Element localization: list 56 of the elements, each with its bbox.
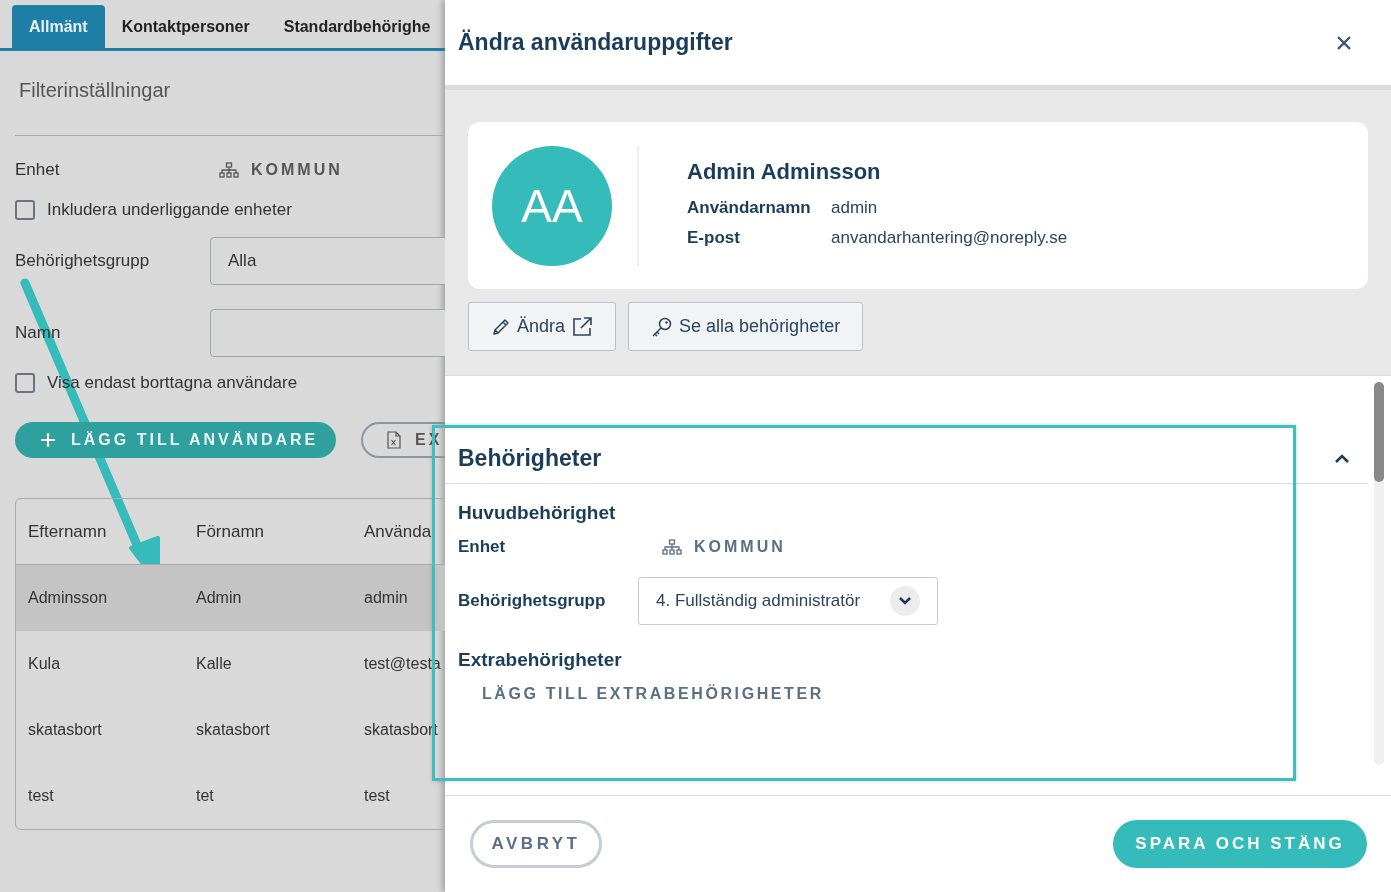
field-label: E-post bbox=[687, 227, 741, 248]
pencil-icon bbox=[491, 316, 511, 337]
table-cell-text: test bbox=[27, 787, 55, 805]
checkbox[interactable] bbox=[15, 200, 35, 220]
spreadsheet-file-icon bbox=[387, 431, 401, 449]
field-label: Enhet bbox=[15, 160, 61, 180]
dialog-title: Ändra användaruppgifter bbox=[458, 29, 733, 56]
table-cell-text: Kula bbox=[27, 655, 62, 673]
table-cell-text: Admin bbox=[195, 589, 243, 607]
table-cell-text: skatasbort bbox=[27, 721, 103, 739]
field-label: Enhet bbox=[458, 537, 507, 557]
scrollbar-track[interactable] bbox=[1374, 382, 1384, 765]
unit-value: KOMMUN bbox=[694, 538, 786, 556]
close-icon[interactable] bbox=[1337, 35, 1351, 50]
chevron-down-icon bbox=[890, 586, 920, 616]
subsection-title: Extrabehörigheter bbox=[458, 649, 623, 672]
table-cell-text: admin bbox=[363, 589, 409, 607]
column-header[interactable]: Använda bbox=[352, 521, 445, 542]
tab[interactable]: Standardbehörighe bbox=[266, 5, 445, 48]
avatar: AA bbox=[492, 145, 612, 266]
field-value: admin bbox=[831, 197, 878, 218]
add-extra-permissions-link[interactable]: LÄGG TILL EXTRABEHÖRIGHETER bbox=[482, 685, 824, 703]
column-header[interactable]: Efternamn bbox=[16, 521, 184, 542]
external-link-icon bbox=[571, 315, 594, 338]
checkbox-label: Inkludera underliggande enheter bbox=[47, 200, 292, 220]
field-label: Behörighetsgrupp bbox=[15, 251, 150, 271]
table-cell-text: Kalle bbox=[195, 655, 233, 673]
chevron-up-icon[interactable] bbox=[1334, 453, 1350, 464]
table-cell-text: test bbox=[363, 787, 391, 805]
field-label: Behörighetsgrupp bbox=[458, 591, 607, 611]
key-icon bbox=[651, 315, 674, 338]
cancel-button[interactable]: AVBRYT bbox=[470, 820, 602, 868]
field-label: Användarnamn bbox=[687, 197, 812, 218]
table-row[interactable]: Adminsson Admin admin bbox=[16, 565, 445, 631]
scrollbar-thumb[interactable] bbox=[1374, 382, 1384, 482]
tab[interactable]: Kontaktpersoner bbox=[104, 5, 267, 48]
filter-title: Filterinställningar bbox=[18, 78, 172, 103]
checkbox[interactable] bbox=[15, 373, 35, 393]
table-cell-text: Adminsson bbox=[27, 589, 109, 607]
user-name: Admin Adminsson bbox=[687, 158, 882, 185]
section-title: Behörigheter bbox=[458, 445, 602, 472]
edit-button[interactable]: Ändra bbox=[468, 302, 617, 351]
hierarchy-icon bbox=[219, 162, 239, 178]
select-field[interactable]: Alla bbox=[210, 237, 445, 285]
select-field[interactable]: 4. Fullständig administratör bbox=[638, 577, 938, 625]
plus-icon bbox=[41, 433, 55, 447]
column-header[interactable]: Förnamn bbox=[184, 521, 352, 542]
tab[interactable]: Allmänt bbox=[12, 5, 105, 48]
unit-value: KOMMUN bbox=[251, 161, 343, 179]
table-cell-text: tet bbox=[195, 787, 215, 805]
hierarchy-icon bbox=[662, 539, 682, 555]
permissions-button[interactable]: Se alla behörigheter bbox=[628, 302, 864, 351]
table-cell-text: skatasbort bbox=[195, 721, 271, 739]
table-row[interactable]: test tet test bbox=[16, 763, 445, 829]
subsection-title: Huvudbehörighet bbox=[458, 502, 617, 525]
field-value: anvandarhantering@noreply.se bbox=[831, 227, 1068, 248]
